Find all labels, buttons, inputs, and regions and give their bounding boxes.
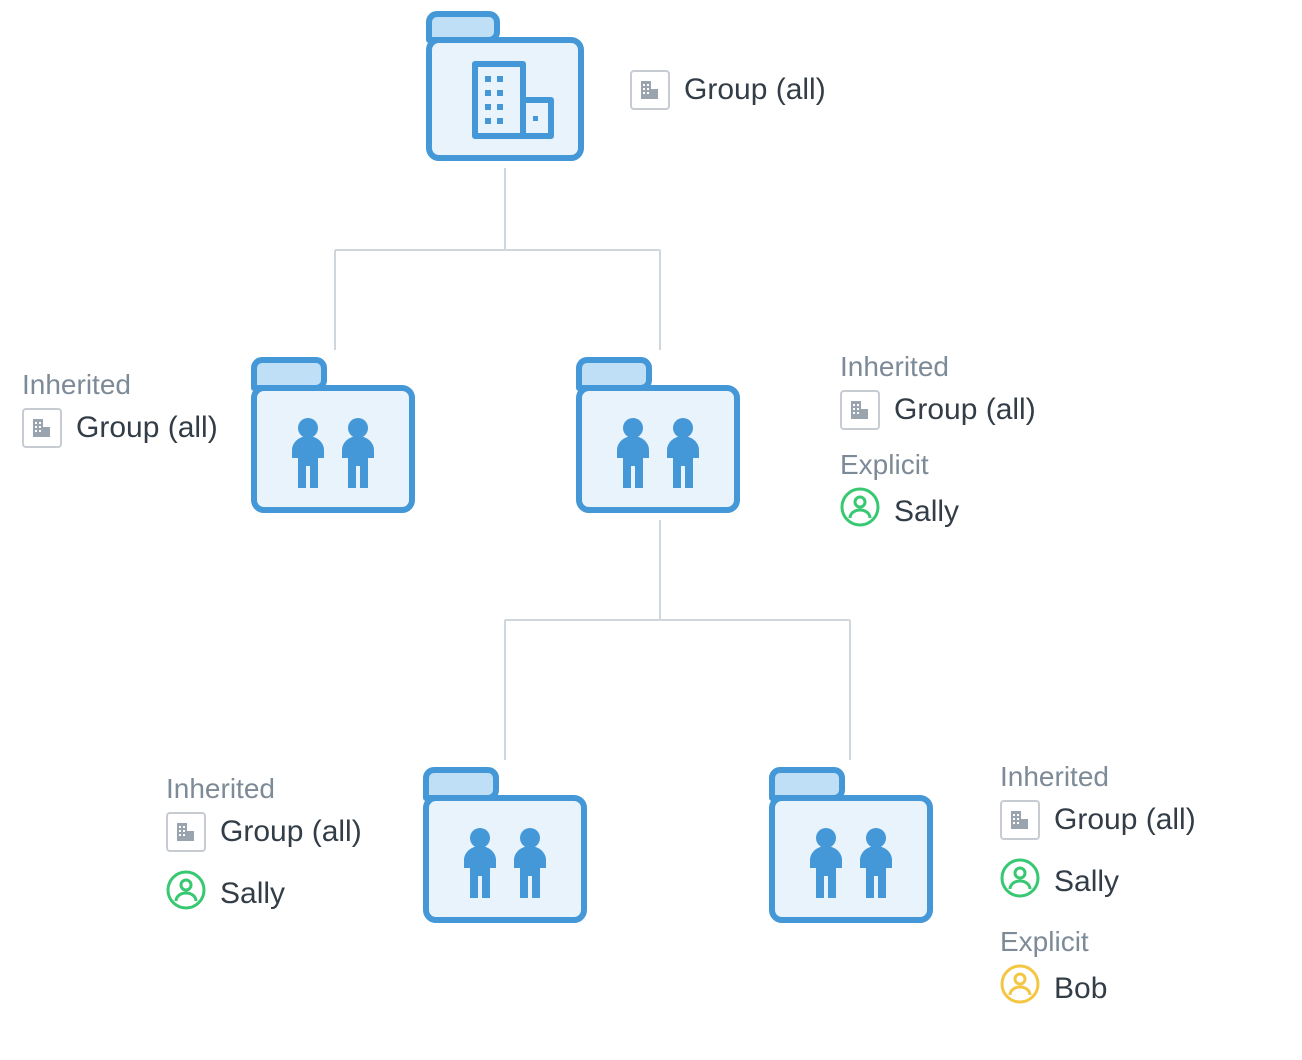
leaf-left-label-block: Inherited Group (all) Sally: [166, 772, 362, 937]
inherited-title: Inherited: [1000, 760, 1196, 794]
people-folder-node: [758, 760, 944, 930]
explicit-title: Explicit: [840, 448, 1036, 482]
inherited-title: Inherited: [166, 772, 362, 806]
diagram-canvas: Group (all) Inherited Group (all): [0, 0, 1302, 1060]
group-label: Group (all): [220, 814, 362, 850]
user-label: Sally: [894, 494, 959, 530]
group-label: Group (all): [894, 392, 1036, 428]
explicit-title: Explicit: [1000, 925, 1196, 959]
root-label-block: Group (all): [630, 64, 826, 128]
group-entry: Group (all): [22, 408, 218, 448]
user-label: Sally: [220, 876, 285, 912]
people-folder-icon: [240, 350, 426, 520]
inherited-title: Inherited: [22, 368, 218, 402]
org-folder-icon: [415, 4, 595, 168]
building-icon: [1000, 800, 1040, 840]
user-green-icon: [840, 487, 880, 536]
leaf-right-label-block: Inherited Group (all) Sally Explicit Bob: [1000, 760, 1196, 1031]
group-entry: Group (all): [840, 390, 1036, 430]
building-icon: [22, 408, 62, 448]
user-green-icon: [166, 870, 206, 919]
people-folder-icon: [565, 350, 751, 520]
mid-right-label-block: Inherited Group (all) Explicit Sally: [840, 350, 1036, 554]
building-icon: [166, 812, 206, 852]
group-entry: Group (all): [630, 70, 826, 110]
user-label: Sally: [1054, 864, 1119, 900]
user-entry: Bob: [1000, 964, 1196, 1013]
inherited-title: Inherited: [840, 350, 1036, 384]
people-folder-node: [565, 350, 751, 520]
building-icon: [840, 390, 880, 430]
user-green-icon: [1000, 858, 1040, 907]
people-folder-node: [240, 350, 426, 520]
user-entry: Sally: [166, 870, 362, 919]
user-entry: Sally: [1000, 858, 1196, 907]
people-folder-icon: [758, 760, 944, 930]
org-folder-node: [415, 4, 595, 168]
group-entry: Group (all): [166, 812, 362, 852]
mid-left-label-block: Inherited Group (all): [22, 368, 218, 466]
user-entry: Sally: [840, 487, 1036, 536]
group-label: Group (all): [684, 72, 826, 108]
building-icon: [630, 70, 670, 110]
group-label: Group (all): [76, 410, 218, 446]
group-entry: Group (all): [1000, 800, 1196, 840]
people-folder-node: [412, 760, 598, 930]
people-folder-icon: [412, 760, 598, 930]
user-label: Bob: [1054, 971, 1107, 1007]
group-label: Group (all): [1054, 802, 1196, 838]
user-yellow-icon: [1000, 964, 1040, 1013]
